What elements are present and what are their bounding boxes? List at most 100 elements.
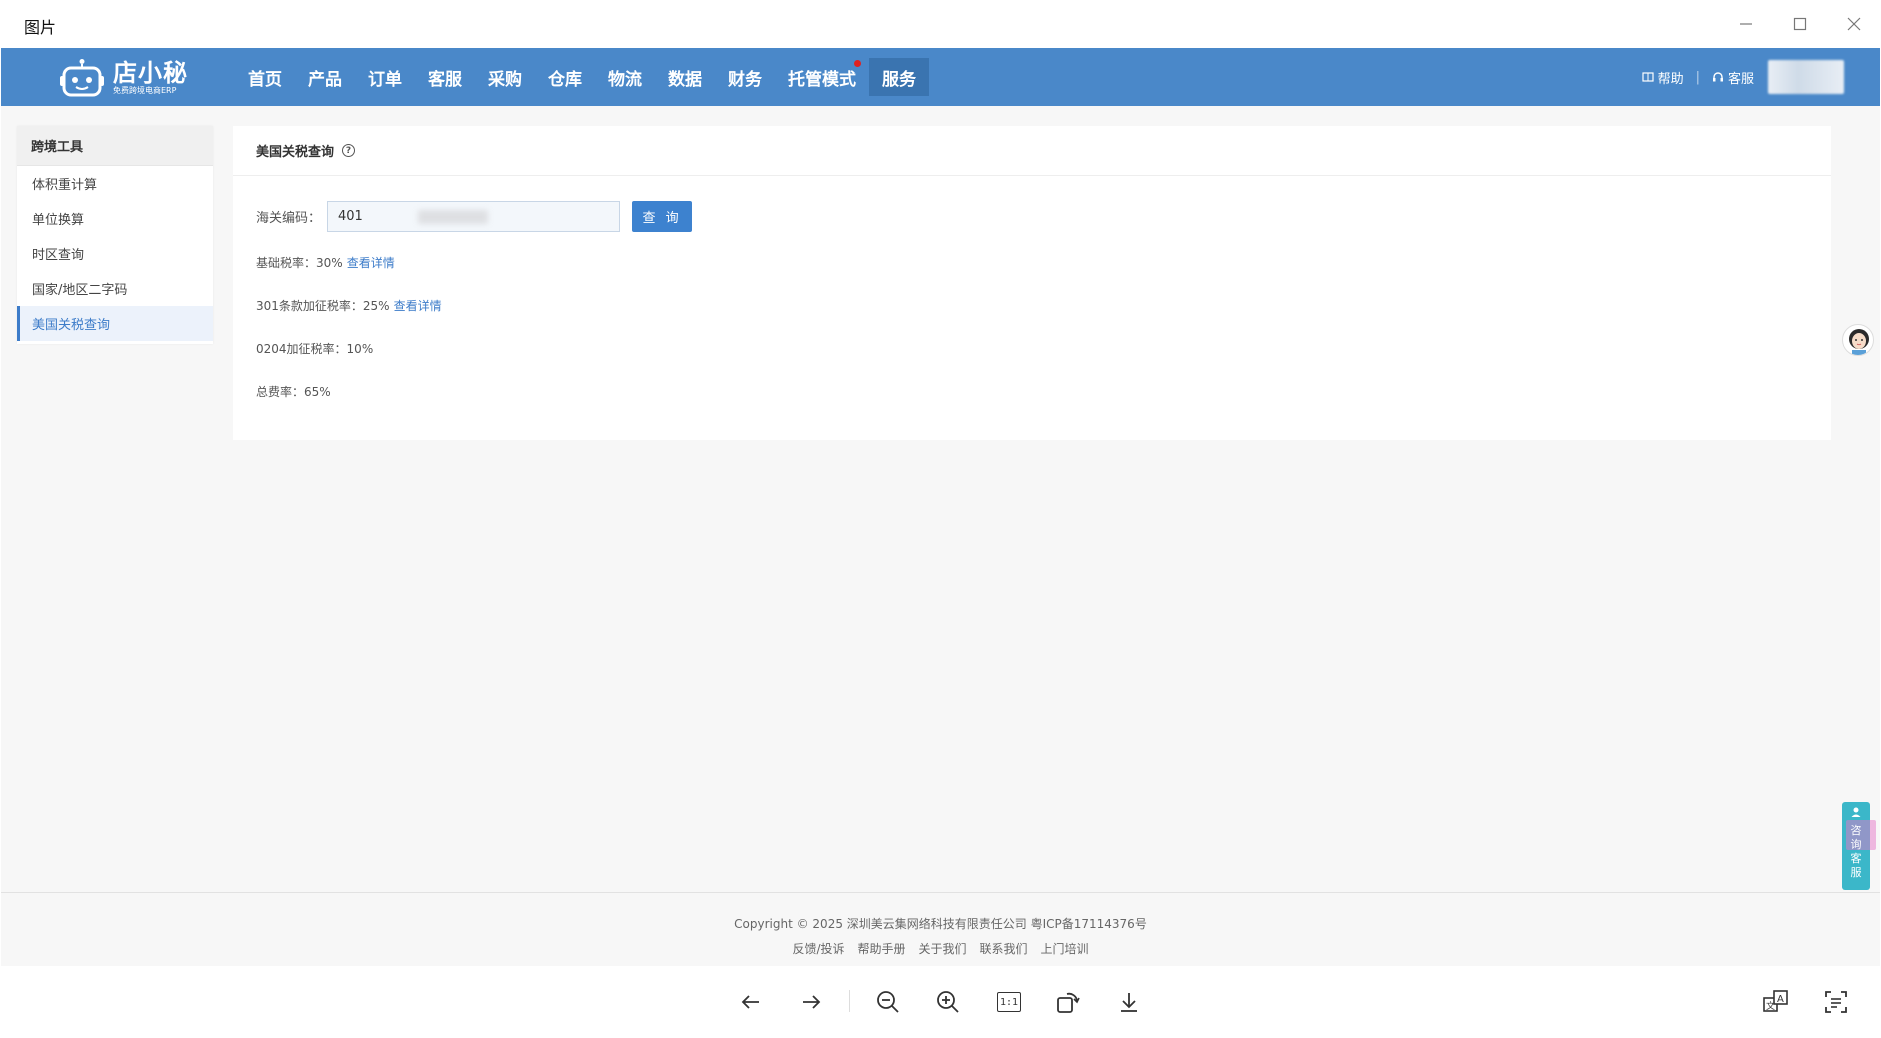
nav-item-orders[interactable]: 订单 <box>355 58 415 96</box>
nav-item-managed-mode[interactable]: 托管模式 <box>775 58 869 96</box>
close-button[interactable] <box>1834 6 1874 42</box>
service-link[interactable]: 客服 <box>1712 68 1754 87</box>
base-rate-details-link[interactable]: 查看详情 <box>347 254 395 271</box>
panel-header: 美国关税查询 ? <box>233 126 1831 176</box>
base-rate-row: 基础税率： 30% 查看详情 <box>256 254 395 271</box>
section301-details-link[interactable]: 查看详情 <box>394 297 442 314</box>
footer-link-help-manual[interactable]: 帮助手册 <box>857 940 905 957</box>
footer-link-contact-us[interactable]: 联系我们 <box>980 940 1028 957</box>
rotate-icon <box>1057 992 1080 1013</box>
nav-divider: | <box>1695 69 1700 85</box>
svg-text:文: 文 <box>1766 1000 1775 1012</box>
nav-item-services[interactable]: 服务 <box>869 58 929 96</box>
robot-logo-icon <box>60 59 104 97</box>
zoom-out-icon <box>877 991 899 1013</box>
top-navigation: 店小秘 免费跨境电商ERP 首页 产品 订单 客服 采购 仓库 物流 数据 财务… <box>1 48 1880 106</box>
logo[interactable]: 店小秘 免费跨境电商ERP <box>59 56 188 100</box>
base-rate-label: 基础税率： <box>256 256 317 270</box>
toolbar-divider <box>849 990 850 1012</box>
maximize-icon <box>1793 17 1807 31</box>
nav-item-logistics[interactable]: 物流 <box>595 58 655 96</box>
rate0204-label: 0204加征税率： <box>256 342 347 356</box>
zoom-in-button[interactable] <box>930 984 966 1020</box>
assistant-avatar[interactable] <box>1842 324 1874 356</box>
notification-dot <box>854 60 861 67</box>
person-icon <box>1851 807 1861 817</box>
nav-item-managed-mode-label: 托管模式 <box>788 69 856 90</box>
page-title: 美国关税查询 <box>256 145 335 160</box>
logo-name: 店小秘 <box>113 59 188 87</box>
book-icon <box>1641 72 1654 82</box>
redacted-input-text <box>418 210 489 224</box>
sidebar-item-unit-conversion[interactable]: 单位换算 <box>17 201 213 236</box>
previous-image-button[interactable] <box>733 984 769 1020</box>
screenshot-content: 店小秘 免费跨境电商ERP 首页 产品 订单 客服 采购 仓库 物流 数据 财务… <box>1 48 1880 966</box>
total-rate-value: 65% <box>304 384 331 399</box>
arrow-left-icon <box>741 995 759 1009</box>
next-image-button[interactable] <box>793 984 829 1020</box>
download-icon <box>1121 993 1137 1012</box>
question-icon[interactable]: ? <box>342 144 356 157</box>
footer-link-onsite-training[interactable]: 上门培训 <box>1041 940 1089 957</box>
assistant-avatar-icon <box>1849 329 1869 355</box>
nav-item-purchasing[interactable]: 采购 <box>475 58 535 96</box>
section301-rate-label: 301条款加征税率： <box>256 299 363 313</box>
actual-size-button[interactable]: 1:1 <box>991 984 1027 1020</box>
hs-code-form: 海关编码： 查 询 <box>256 201 693 232</box>
window-titlebar: 图片 <box>0 0 1881 48</box>
user-account-menu[interactable] <box>1768 60 1844 94</box>
sidebar-item-timezone[interactable]: 时区查询 <box>17 236 213 271</box>
nav-menu: 首页 产品 订单 客服 采购 仓库 物流 数据 财务 托管模式 服务 <box>235 58 929 96</box>
nav-item-home[interactable]: 首页 <box>235 58 295 96</box>
rate0204-value: 10% <box>346 341 374 356</box>
cs-widget-text: 咨询客服 <box>1850 824 1862 879</box>
footer-link-feedback[interactable]: 反馈/投诉 <box>792 940 844 957</box>
download-button[interactable] <box>1111 984 1147 1020</box>
zoom-out-button[interactable] <box>870 984 906 1020</box>
query-button[interactable]: 查 询 <box>632 201 693 232</box>
hs-code-label: 海关编码： <box>256 211 322 226</box>
close-icon <box>1847 17 1861 31</box>
nav-item-finance[interactable]: 财务 <box>715 58 775 96</box>
nav-item-data[interactable]: 数据 <box>655 58 715 96</box>
sidebar: 跨境工具 体积重计算 单位换算 时区查询 国家/地区二字码 美国关税查询 <box>17 126 213 344</box>
help-link-label: 帮助 <box>1657 71 1684 87</box>
footer-links: 反馈/投诉 帮助手册 关于我们 联系我们 上门培训 <box>1 940 1880 957</box>
nav-item-warehouse[interactable]: 仓库 <box>535 58 595 96</box>
sidebar-item-volume-weight[interactable]: 体积重计算 <box>17 166 213 201</box>
rotate-button[interactable] <box>1050 984 1086 1020</box>
total-rate-label: 总费率： <box>256 385 305 399</box>
rate0204-row: 0204加征税率： 10% <box>256 340 373 357</box>
customer-service-widget[interactable]: 咨询客服 <box>1842 802 1876 890</box>
logo-text: 店小秘 免费跨境电商ERP <box>113 60 188 96</box>
translate-icon: A文 <box>1763 990 1788 1012</box>
footer-link-about-us[interactable]: 关于我们 <box>919 940 967 957</box>
help-link[interactable]: 帮助 <box>1641 68 1684 87</box>
translate-button[interactable]: A文 <box>1758 984 1794 1020</box>
text-recognition-button[interactable] <box>1818 984 1854 1020</box>
scan-text-icon <box>1825 991 1847 1013</box>
viewer-toolbar: 1:1 A文 <box>0 966 1881 1038</box>
nav-item-products[interactable]: 产品 <box>295 58 355 96</box>
sidebar-item-country-code[interactable]: 国家/地区二字码 <box>17 271 213 306</box>
maximize-button[interactable] <box>1780 6 1820 42</box>
service-link-label: 客服 <box>1727 71 1754 87</box>
sidebar-item-us-tariff[interactable]: 美国关税查询 <box>17 306 213 341</box>
section301-rate-row: 301条款加征税率： 25% 查看详情 <box>256 297 442 314</box>
nav-item-customer-service[interactable]: 客服 <box>415 58 475 96</box>
page-footer: Copyright © 2025 深圳美云集网络科技有限责任公司 粤ICP备17… <box>1 892 1880 966</box>
window-title: 图片 <box>24 18 57 37</box>
minimize-icon <box>1740 23 1752 25</box>
footer-copyright: Copyright © 2025 深圳美云集网络科技有限责任公司 粤ICP备17… <box>734 917 1147 931</box>
logo-subtitle: 免费跨境电商ERP <box>113 86 177 95</box>
nav-right-tools: 帮助 | 客服 <box>1641 60 1844 94</box>
sidebar-header: 跨境工具 <box>17 126 213 166</box>
arrow-right-icon <box>803 995 821 1009</box>
section301-rate-value: 25% <box>362 298 390 313</box>
hs-code-input-wrap <box>321 201 621 232</box>
zoom-in-icon <box>937 991 959 1013</box>
svg-text:A: A <box>1777 994 1784 1005</box>
headset-icon <box>1712 72 1723 82</box>
base-rate-value: 30% <box>316 255 343 270</box>
minimize-button[interactable] <box>1726 6 1766 42</box>
